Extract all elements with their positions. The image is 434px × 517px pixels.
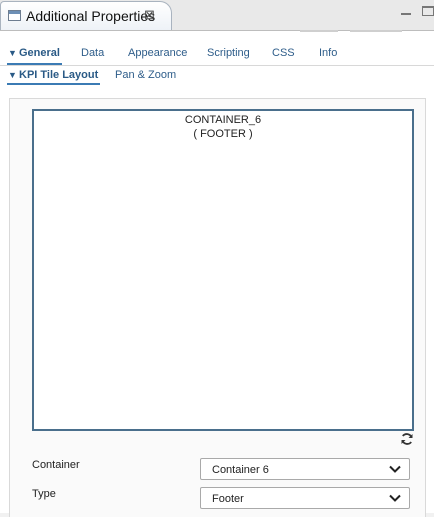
refresh-icon[interactable]	[400, 432, 414, 446]
container-select[interactable]: Container 6	[200, 458, 410, 480]
toolbar-ghost-1	[300, 30, 338, 32]
view-title: Additional Properties	[26, 8, 156, 24]
tab-info[interactable]: Info	[319, 47, 337, 59]
chevron-down-icon	[389, 494, 401, 502]
container-layout-canvas[interactable]: CONTAINER_6 ( FOOTER )	[32, 109, 414, 431]
type-select-value: Footer	[212, 493, 244, 505]
close-icon[interactable]: ⊠	[144, 7, 155, 23]
view-tab-bar: Additional Properties ⊠	[0, 0, 434, 31]
type-field-label: Type	[32, 488, 56, 500]
main-tab-strip: ▼ General Data Appearance Scripting CSS …	[0, 43, 434, 66]
additional-properties-view-tab[interactable]: Additional Properties ⊠	[0, 1, 172, 30]
chevron-down-icon: ▼	[8, 70, 17, 80]
type-select[interactable]: Footer	[200, 487, 410, 509]
minimize-icon[interactable]	[401, 5, 411, 15]
sub-tab-strip: ▼ KPI Tile Layout Pan & Zoom	[0, 65, 434, 87]
toolbar-ghost-2	[350, 30, 402, 32]
tab-pan-zoom[interactable]: Pan & Zoom	[115, 69, 176, 81]
properties-view-icon	[8, 10, 21, 21]
tab-scripting[interactable]: Scripting	[207, 47, 250, 59]
container-field-label: Container	[32, 459, 80, 471]
maximize-icon[interactable]	[422, 6, 434, 16]
tab-data[interactable]: Data	[81, 47, 104, 59]
container-name-label: CONTAINER_6	[184, 114, 262, 126]
tab-kpi-tile-layout[interactable]: KPI Tile Layout	[6, 69, 101, 85]
chevron-down-icon: ▼	[8, 48, 17, 58]
container-type-label: ( FOOTER )	[193, 128, 253, 140]
tab-css[interactable]: CSS	[272, 47, 295, 59]
chevron-down-icon	[389, 465, 401, 473]
tab-appearance[interactable]: Appearance	[128, 47, 187, 59]
tab-general[interactable]: General	[7, 47, 62, 65]
container-select-value: Container 6	[212, 464, 269, 476]
